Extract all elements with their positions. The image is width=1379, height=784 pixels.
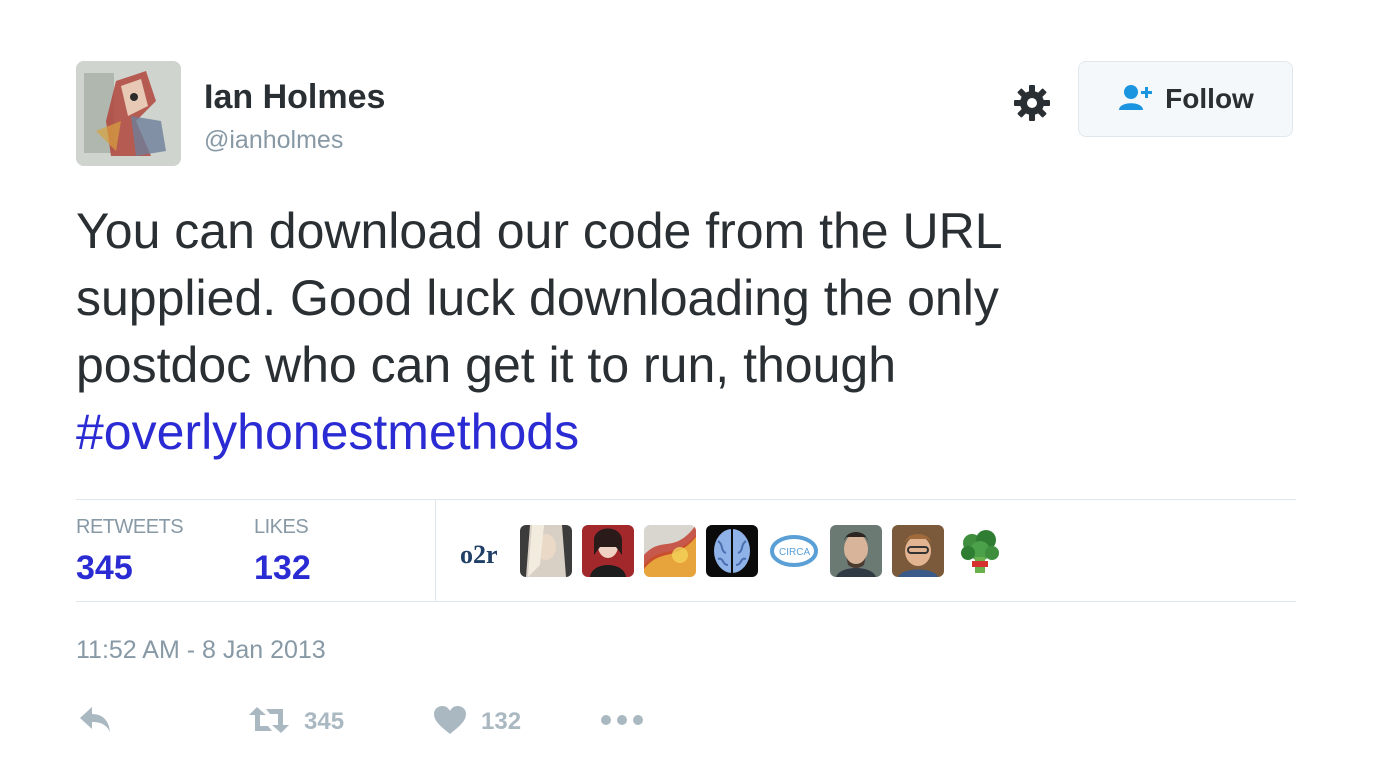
retweets-label: RETWEETS: [76, 516, 184, 538]
divider: [76, 499, 1296, 500]
likes-label: LIKES: [254, 516, 309, 538]
hashtag-link[interactable]: #overlyhonestmethods: [76, 404, 579, 460]
liker-avatar[interactable]: [520, 525, 572, 577]
author-name[interactable]: Ian Holmes: [204, 78, 385, 117]
liker-o2r[interactable]: o2r: [458, 525, 510, 577]
heart-icon: [433, 705, 467, 740]
author-handle[interactable]: @ianholmes: [204, 126, 343, 155]
divider: [76, 601, 1296, 602]
like-count: 132: [481, 708, 522, 735]
retweet-count: 345: [304, 708, 345, 735]
reply-button[interactable]: [78, 700, 112, 744]
tweet-line: postdoc who can get it to run, though: [76, 337, 896, 393]
author-avatar[interactable]: [76, 61, 181, 166]
liker-avatar[interactable]: CIRCA: [768, 525, 820, 577]
liker-avatar[interactable]: [582, 525, 634, 577]
more-icon: [600, 713, 644, 731]
likes-stat[interactable]: LIKES 132: [254, 516, 311, 588]
svg-text:CIRCA: CIRCA: [779, 547, 810, 558]
gear-icon[interactable]: [1012, 83, 1052, 123]
liker-avatar[interactable]: [954, 525, 1006, 577]
liker-avatar[interactable]: [892, 525, 944, 577]
tweet-line: supplied. Good luck downloading the only: [76, 270, 999, 326]
tweet-text: You can download our code from the URL s…: [76, 198, 1276, 466]
retweet-icon: [248, 705, 290, 740]
follow-button[interactable]: Follow: [1078, 61, 1293, 137]
divider: [435, 500, 436, 601]
liker-avatar[interactable]: [830, 525, 882, 577]
retweets-count: 345: [76, 549, 133, 587]
tweet-timestamp[interactable]: 11:52 AM - 8 Jan 2013: [76, 636, 326, 665]
retweet-button[interactable]: 345: [248, 700, 344, 744]
svg-text:o2r: o2r: [460, 540, 498, 569]
add-user-icon: [1117, 83, 1155, 116]
liker-avatar[interactable]: [706, 525, 758, 577]
likers-list: o2r CIRCA: [458, 524, 1006, 578]
follow-label: Follow: [1165, 83, 1254, 114]
reply-icon: [78, 705, 112, 740]
tweet-line: You can download our code from the URL: [76, 203, 1003, 259]
like-button[interactable]: 132: [433, 700, 521, 744]
retweets-stat[interactable]: RETWEETS 345: [76, 516, 184, 588]
more-button[interactable]: [600, 700, 644, 744]
likes-count: 132: [254, 549, 311, 587]
liker-avatar[interactable]: [644, 525, 696, 577]
